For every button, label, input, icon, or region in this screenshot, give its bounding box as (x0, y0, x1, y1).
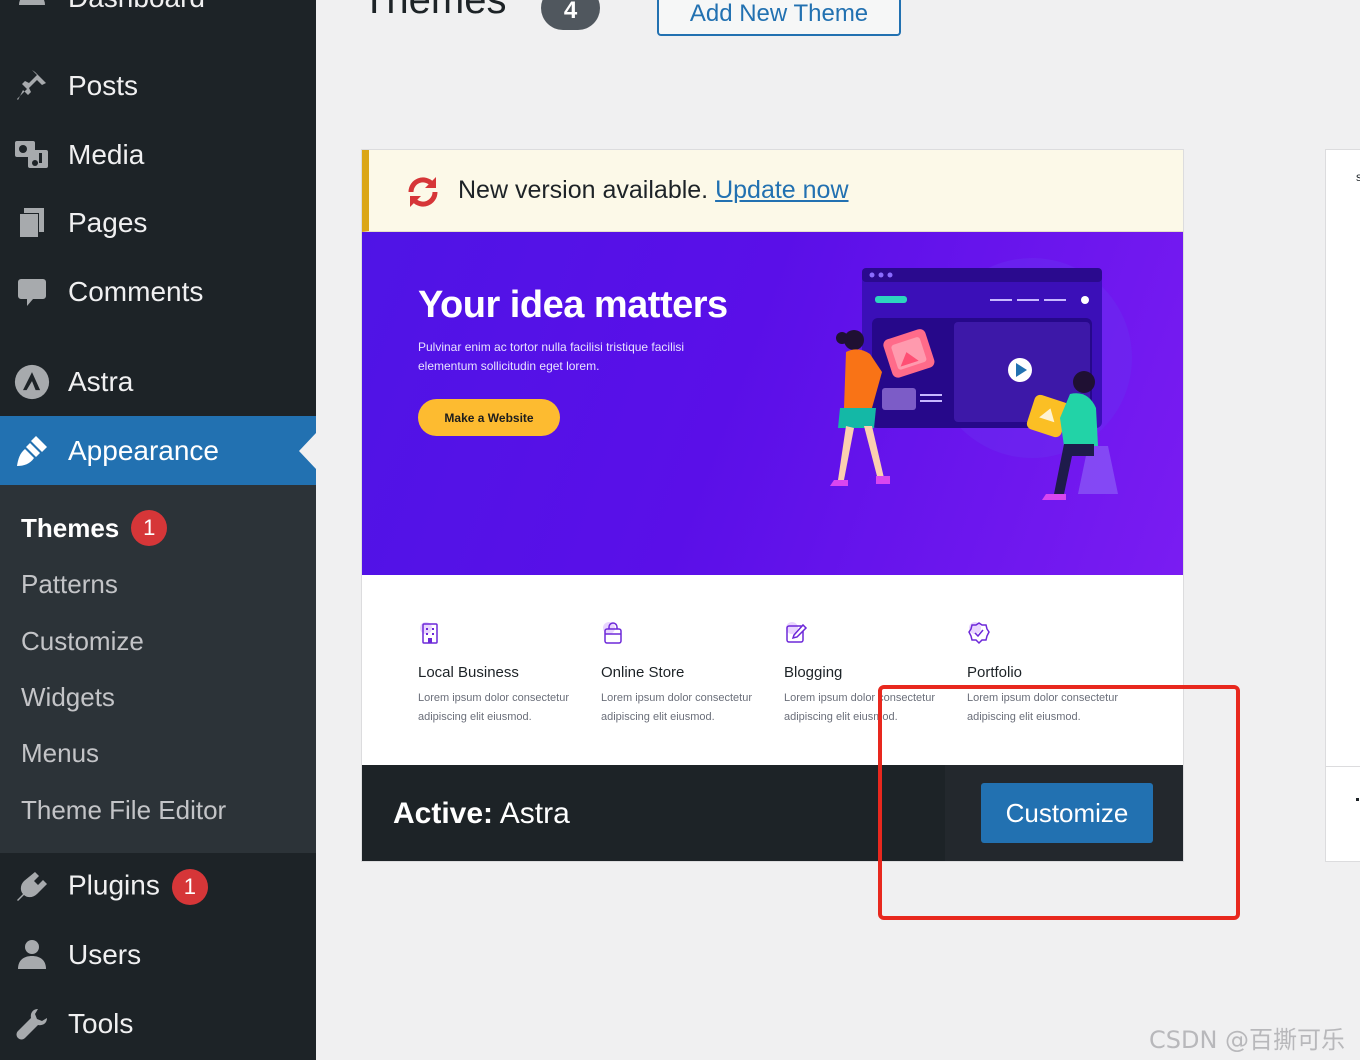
feature-online-store: Online Store Lorem ipsum dolor consectet… (601, 621, 771, 727)
sidebar-item-label: Pages (68, 207, 148, 238)
submenu-item-label: Menus (21, 737, 100, 768)
theme-screenshot-hero[interactable]: Your idea matters Pulvinar enim ac torto… (362, 232, 1183, 575)
feature-title: Online Store (601, 664, 685, 681)
appearance-submenu: Themes 1 Patterns Customize Widgets Menu… (0, 485, 316, 853)
screenshot-hero-text: Pulvinar enim ac tortor nulla facilisi t… (418, 340, 685, 373)
sidebar-item-plugins[interactable]: Plugins 1 (0, 857, 316, 917)
plugin-icon (14, 869, 50, 905)
sidebar-item-label: Media (68, 139, 145, 170)
feature-description: Lorem ipsum dolor consectetur adipiscing… (418, 692, 570, 723)
add-new-theme-button[interactable]: Add New Theme (657, 0, 901, 36)
sidebar-item-users[interactable]: Users (0, 925, 316, 985)
screenshot-cta-button: Make a Website (418, 399, 560, 436)
sidebar-item-posts[interactable]: Posts (0, 56, 316, 116)
admin-sidebar: Dashboard Posts Media Pages Comments Ast… (0, 0, 316, 1060)
submenu-item-label: Theme File Editor (21, 794, 227, 825)
active-prefix: Active: (393, 797, 494, 830)
current-menu-arrow (299, 432, 316, 469)
submenu-item-label: Patterns (21, 568, 118, 599)
sidebar-item-appearance[interactable]: Appearance (0, 416, 316, 485)
submenu-item-customize[interactable]: Customize (21, 621, 144, 661)
dashboard-icon (14, 0, 50, 16)
next-theme-card[interactable]: s (1325, 149, 1360, 862)
theme-name: Astra (499, 797, 570, 830)
update-now-link[interactable]: Update now (715, 176, 848, 204)
sidebar-item-astra[interactable]: Astra (0, 352, 316, 412)
submenu-item-label: Themes (21, 512, 120, 543)
submenu-item-label: Widgets (21, 681, 115, 712)
sidebar-item-media[interactable]: Media (0, 125, 316, 185)
annotation-highlight-box (878, 685, 1240, 920)
page-title: Themes (362, 0, 507, 22)
sidebar-item-label: Posts (68, 70, 139, 101)
sidebar-item-tools[interactable]: Tools (0, 994, 316, 1054)
update-message: New version available. (458, 176, 709, 204)
sidebar-item-label: Appearance (68, 434, 220, 466)
sidebar-item-dashboard[interactable]: Dashboard (0, 0, 316, 28)
paintbrush-icon (14, 433, 50, 469)
update-count-badge: 1 (131, 510, 168, 546)
media-icon (14, 137, 50, 173)
next-card-dot (1356, 798, 1359, 801)
sidebar-item-label: Plugins 1 (68, 869, 208, 905)
sidebar-item-comments[interactable]: Comments (0, 262, 316, 322)
submenu-item-patterns[interactable]: Patterns (21, 564, 118, 604)
shopping-bag-icon (603, 622, 622, 644)
edit-icon (786, 622, 808, 643)
sidebar-item-label: Comments (68, 276, 204, 307)
submenu-item-menus[interactable]: Menus (21, 733, 99, 773)
sidebar-item-label: Tools (68, 1008, 134, 1039)
theme-count-badge: 4 (541, 0, 600, 30)
comment-icon (14, 274, 50, 310)
feature-title: Blogging (784, 664, 843, 681)
pushpin-icon (14, 68, 50, 104)
submenu-item-themes[interactable]: Themes 1 (21, 508, 168, 548)
submenu-item-theme-file-editor[interactable]: Theme File Editor (21, 790, 226, 830)
hero-illustration (830, 258, 1132, 500)
active-theme-label: Active: Astra (393, 797, 570, 831)
pages-icon (14, 205, 50, 241)
watermark: CSDN @百撕可乐 (1149, 1026, 1346, 1054)
submenu-item-label: Customize (21, 625, 144, 656)
sidebar-item-pages[interactable]: Pages (0, 193, 316, 253)
building-icon (420, 622, 438, 644)
submenu-item-widgets[interactable]: Widgets (21, 677, 115, 717)
feature-title: Portfolio (967, 664, 1023, 681)
feature-title: Local Business (418, 664, 519, 681)
update-count-badge: 1 (171, 869, 208, 905)
update-notice-text: New version available. Update now (458, 176, 849, 205)
next-card-text: s (1356, 170, 1360, 184)
user-icon (14, 937, 50, 973)
wrench-icon (14, 1006, 50, 1042)
update-refresh-icon (403, 172, 443, 212)
next-card-footer-divider (1326, 766, 1360, 767)
verified-badge-icon (968, 622, 990, 645)
feature-description: Lorem ipsum dolor consectetur adipiscing… (601, 692, 753, 723)
screenshot-hero-title: Your idea matters (418, 284, 728, 326)
sidebar-item-label-text: Plugins (68, 869, 160, 901)
sidebar-item-label: Dashboard (68, 0, 205, 14)
sidebar-item-label: Astra (68, 366, 134, 397)
astra-logo-icon (14, 364, 50, 400)
feature-local-business: Local Business Lorem ipsum dolor consect… (418, 621, 588, 727)
sidebar-item-label: Users (68, 939, 142, 970)
update-notice: New version available. Update now (362, 150, 1183, 232)
